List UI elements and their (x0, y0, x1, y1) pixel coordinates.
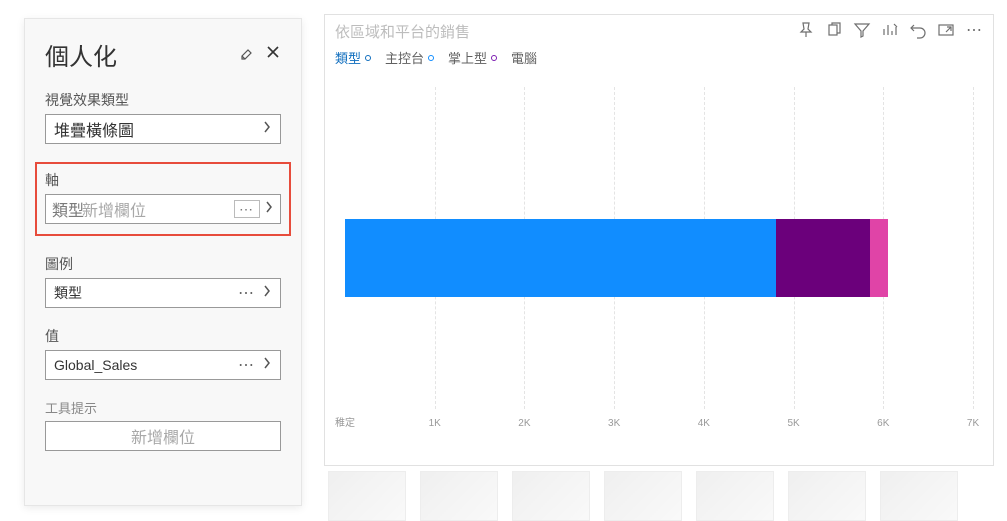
x-tick-label: 2K (518, 418, 530, 429)
chevron-right-icon (264, 200, 274, 219)
legend-item-pc[interactable]: 電腦 (511, 48, 537, 67)
thumbnail (788, 471, 866, 521)
legend-value: 類型 (54, 283, 238, 303)
legend-item-type[interactable]: 類型 (335, 48, 371, 67)
legend-swatch (365, 55, 371, 61)
pin-icon[interactable] (797, 21, 815, 39)
chevron-right-icon (262, 284, 272, 303)
thumbnail (512, 471, 590, 521)
visual-header: 依區域和平台的銷售 ⋯ (325, 15, 993, 42)
thumbnail (604, 471, 682, 521)
bar-segment-電腦[interactable] (870, 219, 888, 297)
legend-swatch (428, 55, 434, 61)
x-tick-label: 1K (429, 418, 441, 429)
tooltip-field: 工具提示 新增欄位 (45, 398, 281, 451)
x-tick-label: 7K (967, 418, 979, 429)
legend-item-handheld[interactable]: 掌上型 (448, 48, 497, 67)
legend-more-icon[interactable]: ⋯ (238, 283, 256, 303)
visual-pane: 依區域和平台的銷售 ⋯ 類型 主控台 掌上型 電腦 1K2K3K4K5K6K7 (324, 14, 994, 466)
legend-item-label: 主控台 (385, 48, 424, 67)
legend-select[interactable]: 類型 ⋯ (45, 278, 281, 308)
visual-type-select[interactable]: 堆疊橫條圖 (45, 114, 281, 144)
personalize-icon[interactable] (881, 21, 899, 39)
copy-icon[interactable] (825, 21, 843, 39)
bar-segment-主控台[interactable] (345, 219, 776, 297)
background-thumbnails (324, 471, 1007, 521)
y-category-label: 稚定 (335, 414, 355, 429)
values-label: 值 (45, 326, 281, 346)
values-more-icon[interactable]: ⋯ (238, 355, 256, 375)
panel-title: 個人化 (45, 37, 117, 72)
eraser-icon[interactable] (239, 44, 255, 65)
legend-item-label: 掌上型 (448, 48, 487, 67)
plot-area: 1K2K3K4K5K6K7K 稚定 (335, 87, 973, 437)
more-icon[interactable]: ⋯ (965, 21, 983, 39)
visual-type-field: 視覺效果類型 堆疊橫條圖 (45, 90, 281, 144)
legend-field: 圖例 類型 ⋯ (45, 254, 281, 308)
personalize-panel: 個人化 視覺效果類型 堆疊橫條圖 軸 類型 新增欄位 ⋯ 圖例 類型 ⋯ (24, 18, 302, 506)
close-icon[interactable] (265, 44, 281, 65)
axis-label: 軸 (45, 170, 281, 190)
undo-icon[interactable] (909, 21, 927, 39)
chevron-right-icon (262, 356, 272, 375)
thumbnail (696, 471, 774, 521)
visual-toolbar: ⋯ (797, 21, 983, 39)
stacked-bar[interactable] (345, 219, 973, 297)
filter-icon[interactable] (853, 21, 871, 39)
visual-type-label: 視覺效果類型 (45, 90, 281, 110)
panel-header: 個人化 (45, 37, 281, 72)
values-field: 值 Global_Sales ⋯ (45, 326, 281, 380)
tooltip-select[interactable]: 新增欄位 (45, 421, 281, 451)
x-tick-label: 4K (698, 418, 710, 429)
x-tick-label: 3K (608, 418, 620, 429)
visual-type-value: 堆疊橫條圖 (54, 117, 262, 141)
legend-swatch (491, 55, 497, 61)
values-select[interactable]: Global_Sales ⋯ (45, 350, 281, 380)
gridline (973, 87, 974, 409)
x-tick-label: 6K (877, 418, 889, 429)
bar-segment-掌上型[interactable] (776, 219, 870, 297)
axis-more-button[interactable]: ⋯ (234, 200, 260, 218)
legend-item-label: 電腦 (511, 48, 537, 67)
thumbnail (880, 471, 958, 521)
tooltip-label: 工具提示 (45, 398, 281, 417)
panel-header-actions (239, 44, 281, 65)
axis-field: 軸 類型 新增欄位 ⋯ (35, 162, 291, 236)
values-value: Global_Sales (54, 357, 238, 373)
visual-title: 依區域和平台的銷售 (335, 21, 797, 42)
legend-label: 圖例 (45, 254, 281, 274)
chevron-right-icon (262, 120, 272, 139)
legend: 類型 主控台 掌上型 電腦 (325, 42, 993, 77)
axis-select[interactable]: 類型 新增欄位 ⋯ (45, 194, 281, 224)
legend-item-console[interactable]: 主控台 (385, 48, 434, 67)
legend-item-label: 類型 (335, 48, 361, 67)
axis-placeholder: 新增欄位 (80, 197, 224, 221)
thumbnail (328, 471, 406, 521)
tooltip-placeholder: 新增欄位 (54, 424, 272, 448)
thumbnail (420, 471, 498, 521)
x-tick-label: 5K (787, 418, 799, 429)
focus-icon[interactable] (937, 21, 955, 39)
